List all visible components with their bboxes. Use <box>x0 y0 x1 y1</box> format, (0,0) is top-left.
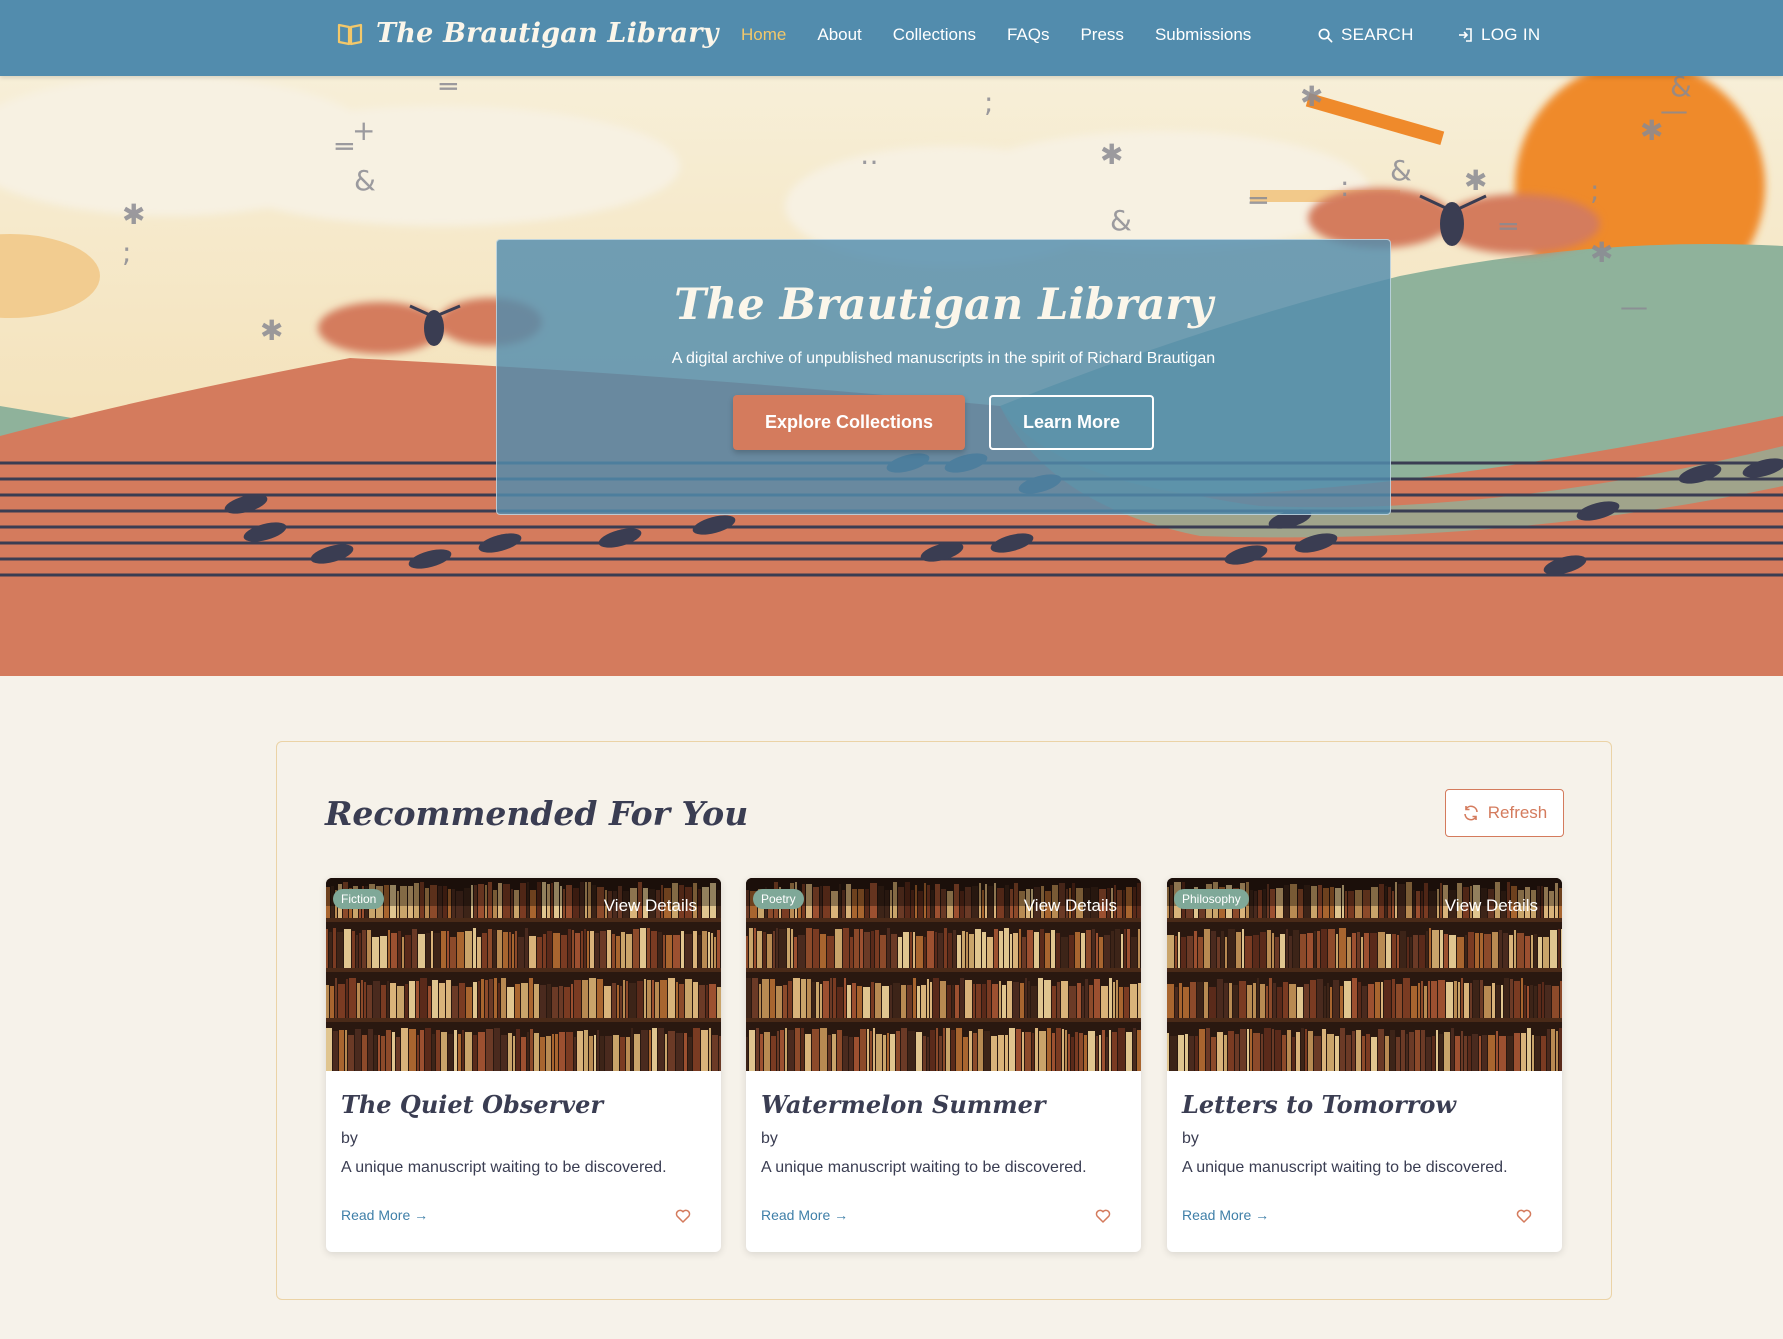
svg-text:&: & <box>354 164 376 197</box>
svg-text:✱: ✱ <box>260 314 283 347</box>
svg-text:;: ; <box>1590 174 1599 207</box>
read-more-link[interactable]: Read More → <box>341 1207 428 1223</box>
card-title: Letters to Tomorrow <box>1182 1090 1457 1119</box>
search-label: SEARCH <box>1341 25 1414 44</box>
card-description: A unique manuscript waiting to be discov… <box>341 1159 667 1176</box>
svg-text:;: ; <box>122 236 131 269</box>
refresh-button[interactable]: Refresh <box>1445 789 1564 837</box>
svg-text:&: & <box>1110 204 1132 237</box>
manuscript-card[interactable]: Fiction View Details The Quiet Observer … <box>326 878 721 1252</box>
svg-text:✱: ✱ <box>122 198 145 231</box>
view-details-link[interactable]: View Details <box>1445 896 1538 916</box>
nav-link-about[interactable]: About <box>817 25 861 45</box>
explore-collections-button[interactable]: Explore Collections <box>733 395 965 450</box>
svg-text:✱: ✱ <box>1300 80 1323 113</box>
hero-title: The Brautigan Library <box>674 280 1213 330</box>
svg-text:‥: ‥ <box>860 138 879 171</box>
read-more-link[interactable]: Read More → <box>761 1207 848 1223</box>
nav-link-faqs[interactable]: FAQs <box>1007 25 1050 45</box>
svg-text:&: & <box>1390 154 1412 187</box>
hero-subtitle: A digital archive of unpublished manuscr… <box>671 350 1216 367</box>
svg-text:═: ═ <box>1249 184 1268 217</box>
recommended-section: Recommended For You Refresh Fiction View… <box>276 741 1612 1300</box>
svg-text:✱: ✱ <box>1590 236 1613 269</box>
heart-icon[interactable] <box>1095 1208 1111 1224</box>
read-more-link[interactable]: Read More → <box>1182 1207 1269 1223</box>
section-title: Recommended For You <box>325 794 749 833</box>
view-details-link[interactable]: View Details <box>1024 896 1117 916</box>
nav-link-submissions[interactable]: Submissions <box>1155 25 1251 45</box>
login-icon <box>1459 28 1472 42</box>
nav-link-press[interactable]: Press <box>1080 25 1123 45</box>
svg-text:—: — <box>1620 290 1648 323</box>
genre-badge: Poetry <box>753 889 804 909</box>
refresh-icon <box>1463 805 1478 821</box>
card-title: Watermelon Summer <box>761 1090 1046 1119</box>
svg-text:✱: ✱ <box>1100 138 1123 171</box>
svg-text:;: ; <box>984 86 993 119</box>
card-author: by <box>341 1130 358 1147</box>
card-author: by <box>761 1130 778 1147</box>
genre-badge: Philosophy <box>1174 889 1249 909</box>
learn-more-button[interactable]: Learn More <box>989 395 1154 450</box>
bookshelf-image: Philosophy View Details <box>1167 878 1562 1071</box>
open-book-icon <box>337 23 363 45</box>
brand-logo-link[interactable]: The Brautigan Library <box>336 18 719 49</box>
heart-icon[interactable] <box>1516 1208 1532 1224</box>
hero-card: The Brautigan Library A digital archive … <box>496 239 1391 515</box>
hero-section: ═ + ═ & ✱ ; ✱ ; ‥ ✱ & ═ : & ✱ ═ ✱ ✱ ; ✱ … <box>0 76 1783 676</box>
hero-buttons: Explore Collections Learn More <box>497 395 1390 450</box>
bookshelf-image: Fiction View Details <box>326 878 721 1071</box>
genre-badge: Fiction <box>333 889 385 909</box>
svg-text:—: — <box>1660 94 1688 127</box>
card-title: The Quiet Observer <box>341 1090 604 1119</box>
refresh-label: Refresh <box>1487 803 1548 822</box>
svg-text:═: ═ <box>439 76 458 103</box>
svg-text:+: + <box>352 114 375 147</box>
svg-text:✱: ✱ <box>1464 164 1487 197</box>
nav-links: Home About Collections FAQs Press Submis… <box>741 25 1282 45</box>
bookshelf-image: Poetry View Details <box>746 878 1141 1071</box>
svg-text::: : <box>1340 170 1349 203</box>
svg-text:═: ═ <box>1499 210 1518 243</box>
svg-text:═: ═ <box>335 130 354 163</box>
login-button[interactable]: LOG IN <box>1457 25 1540 45</box>
login-label: LOG IN <box>1481 25 1541 44</box>
brand-name: The Brautigan Library <box>376 18 719 49</box>
search-button[interactable]: SEARCH <box>1318 25 1414 45</box>
heart-icon[interactable] <box>675 1208 691 1224</box>
card-description: A unique manuscript waiting to be discov… <box>761 1159 1087 1176</box>
nav-link-collections[interactable]: Collections <box>893 25 976 45</box>
search-icon <box>1318 28 1333 42</box>
top-navbar: The Brautigan Library Home About Collect… <box>0 0 1783 76</box>
card-description: A unique manuscript waiting to be discov… <box>1182 1159 1508 1176</box>
manuscript-card[interactable]: Philosophy View Details Letters to Tomor… <box>1167 878 1562 1252</box>
view-details-link[interactable]: View Details <box>604 896 697 916</box>
nav-link-home[interactable]: Home <box>741 25 786 45</box>
card-author: by <box>1182 1130 1199 1147</box>
manuscript-card[interactable]: Poetry View Details Watermelon Summer by… <box>746 878 1141 1252</box>
